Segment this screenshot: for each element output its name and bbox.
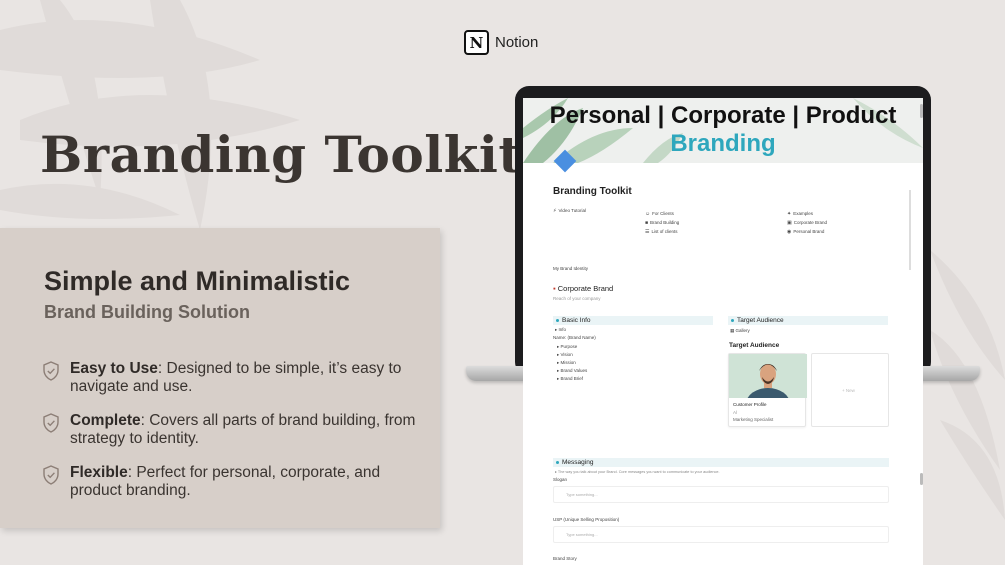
link-label: Video Tutorial xyxy=(558,208,586,213)
feature-item: Flexible: Perfect for personal, corporat… xyxy=(42,464,422,500)
list-icon: ☰ xyxy=(645,229,650,235)
target-audience-header[interactable]: Target Audience xyxy=(728,316,888,325)
new-card-label: + New xyxy=(842,388,855,393)
info-toggle[interactable]: ▸ Info xyxy=(555,327,566,333)
brick-icon: ■ xyxy=(645,220,649,226)
notion-brand: N Notion xyxy=(464,30,538,55)
slogan-label: Slogan xyxy=(553,477,568,482)
person-icon: ☺ xyxy=(645,211,651,217)
vision-toggle[interactable]: ▸ Vision xyxy=(557,352,573,358)
feature-item: Easy to Use: Designed to be simple, it’s… xyxy=(42,360,422,396)
link-label: List of clients xyxy=(651,229,678,234)
card-title: Simple and Minimalistic xyxy=(44,266,351,296)
brand-story-label: Brand Story xyxy=(553,556,577,561)
cover-subtitle: Branding xyxy=(670,130,776,157)
lightning-icon: ⚡ xyxy=(553,208,557,214)
brand-heading: ▪ Corporate Brand xyxy=(553,284,614,293)
pin-icon: ✦ xyxy=(787,211,792,217)
feature-item: Complete: Covers all parts of brand buil… xyxy=(42,412,422,448)
link-label: Examples xyxy=(793,211,813,216)
shield-check-icon xyxy=(43,465,59,485)
usp-input[interactable]: Type something... xyxy=(553,526,889,543)
link-examples[interactable]: ✦ Examples xyxy=(787,211,813,217)
link-label: For Clients xyxy=(652,211,674,216)
new-card-button[interactable]: + New xyxy=(811,353,889,427)
gallery-view-tab[interactable]: ▦ Gallery xyxy=(730,328,750,334)
link-video-tutorial[interactable]: ⚡ Video Tutorial xyxy=(553,208,586,214)
briefcase-icon: ▪ xyxy=(553,284,556,293)
shield-check-icon xyxy=(43,413,59,433)
page-title: Branding Toolkit xyxy=(553,186,632,197)
messaging-header[interactable]: Messaging xyxy=(553,458,889,467)
feature-title: Flexible xyxy=(70,464,128,481)
notion-page-screen: Personal | Corporate | Product Branding … xyxy=(523,98,923,565)
brand-caption: Reach of your company xyxy=(553,296,601,301)
purpose-toggle[interactable]: ▸ Purpose xyxy=(557,344,577,350)
profile-card-line1: Al xyxy=(733,410,738,415)
profile-card-title: Customer Profile xyxy=(733,402,767,407)
profile-card-line2: Marketing Specialist xyxy=(733,417,774,422)
page-cover: Personal | Corporate | Product Branding xyxy=(523,98,923,163)
link-label: Personal Brand xyxy=(793,229,825,234)
link-label: Brand Building xyxy=(650,220,680,225)
customer-photo xyxy=(729,354,807,398)
brand-values-toggle[interactable]: ▸ Brand Values xyxy=(557,368,587,374)
brand-brief-toggle[interactable]: ▸ Brand Brief xyxy=(557,376,583,382)
outline-rail xyxy=(909,190,911,270)
info-card: Simple and Minimalistic Brand Building S… xyxy=(0,228,440,528)
customer-profile-card[interactable]: Customer Profile Al Marketing Specialist xyxy=(728,353,807,427)
shield-check-icon xyxy=(43,361,59,381)
card-subtitle: Brand Building Solution xyxy=(44,302,250,322)
messaging-caption: ▸ The way you talk about your Brand. Cor… xyxy=(555,470,720,474)
gallery-icon: ▦ xyxy=(730,328,735,333)
notion-name: Notion xyxy=(495,34,539,51)
scrollbar-thumb[interactable] xyxy=(920,104,923,118)
link-label: Corporate Brand xyxy=(793,220,828,225)
link-personal-brand[interactable]: ◉ Personal Brand xyxy=(787,229,824,235)
slogan-input[interactable]: Type something... xyxy=(553,486,889,503)
usp-label: USP (Unique Selling Proposition) xyxy=(553,517,620,522)
cover-title: Personal | Corporate | Product xyxy=(549,102,897,129)
link-list-of-clients[interactable]: ☰ List of clients xyxy=(645,229,678,235)
user-circle-icon: ◉ xyxy=(787,229,792,235)
brand-name-field: Name: (Brand Name) xyxy=(553,335,596,340)
feature-title: Easy to Use xyxy=(70,360,158,377)
basic-info-header[interactable]: Basic Info xyxy=(553,316,713,325)
feature-title: Complete xyxy=(70,412,141,429)
notion-logo-icon: N xyxy=(464,30,489,55)
building-icon: ▣ xyxy=(787,220,792,226)
gallery-title: Target Audience xyxy=(729,342,780,349)
link-brand-building[interactable]: ■ Brand Building xyxy=(645,220,679,226)
mission-toggle[interactable]: ▸ Mission xyxy=(557,360,576,366)
scrollbar-thumb[interactable] xyxy=(920,473,923,485)
link-corporate-brand[interactable]: ▣ Corporate Brand xyxy=(787,220,827,226)
section-label: My Brand Identity xyxy=(553,266,589,271)
page-headline: Branding Toolkit xyxy=(40,125,522,184)
link-for-clients[interactable]: ☺ For Clients xyxy=(645,211,674,217)
